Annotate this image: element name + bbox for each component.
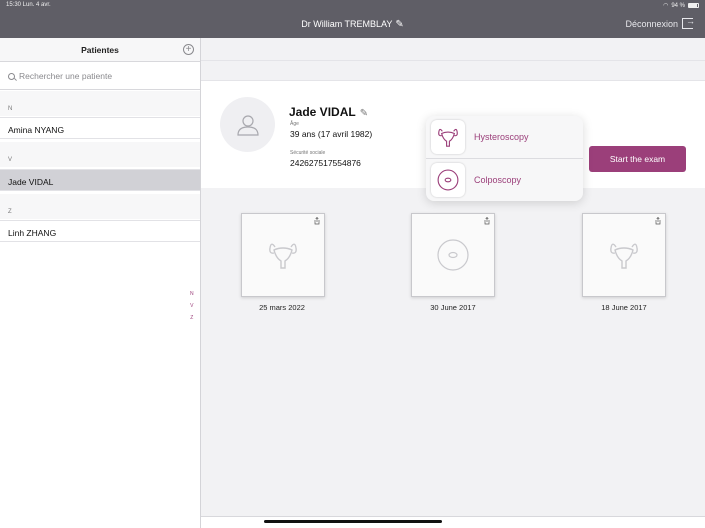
cervix-icon [431, 162, 465, 197]
main-toolbar [201, 60, 705, 80]
index-letter-v[interactable]: V [190, 300, 194, 312]
exam-type-popover: Hysteroscopy Colposcopy [426, 116, 583, 201]
uterus-icon [583, 214, 665, 296]
logout-button[interactable]: Déconnexion [625, 16, 695, 29]
popover-item-colposcopy[interactable]: Colposcopy [426, 158, 583, 200]
doctor-title[interactable]: Dr William TREMBLAY ✎ [0, 19, 705, 30]
add-patient-button[interactable]: + [183, 44, 194, 55]
battery-icon [688, 3, 699, 8]
logout-label: Déconnexion [625, 18, 678, 29]
cervix-icon [412, 214, 494, 296]
avatar [220, 97, 275, 152]
section-header-n: N [0, 91, 200, 116]
status-right: ◠ 94 % [663, 2, 699, 9]
popover-item-hysteroscopy[interactable]: Hysteroscopy [426, 116, 583, 158]
age-value: 39 ans (17 avril 1982) [290, 129, 373, 139]
home-indicator[interactable] [264, 520, 442, 523]
share-icon[interactable] [654, 217, 662, 225]
patient-sidebar: Patientes + Rechercher une patiente N Am… [0, 38, 201, 528]
patient-name-row[interactable]: Jade VIDAL ✎ [289, 105, 368, 119]
uterus-icon [242, 214, 324, 296]
logout-icon [682, 16, 695, 29]
section-header-z: Z [0, 194, 200, 219]
search-icon [8, 72, 15, 80]
exam-date-1: 25 mars 2022 [259, 303, 305, 312]
start-exam-button[interactable]: Start the exam [589, 146, 686, 172]
popover-label-colposcopy: Colposcopy [474, 174, 522, 185]
person-icon [236, 114, 259, 136]
exam-card-1[interactable] [241, 213, 325, 297]
doctor-name: Dr William TREMBLAY [301, 19, 393, 29]
edit-patient-icon[interactable]: ✎ [360, 108, 368, 119]
patient-row-amina-nyang[interactable]: Amina NYANG [0, 117, 200, 139]
search-input[interactable]: Rechercher une patiente [0, 63, 200, 90]
top-bar: 15:30 Lun. 4 avr. ◠ 94 % Dr William TREM… [0, 0, 705, 38]
sidebar-header: Patientes + [0, 38, 200, 62]
wifi-icon: ◠ [663, 3, 669, 9]
patient-name: Jade VIDAL [289, 105, 356, 119]
ssn-label: Sécurité sociale [290, 150, 326, 156]
age-label: Âge [290, 121, 299, 127]
index-letter-z[interactable]: Z [190, 312, 194, 324]
status-time: 15:30 Lun. 4 avr. [6, 2, 51, 8]
exam-date-3: 18 June 2017 [601, 303, 647, 312]
exam-card-2[interactable] [411, 213, 495, 297]
popover-label-hysteroscopy: Hysteroscopy [474, 132, 529, 142]
battery-level: 94 % [671, 2, 685, 9]
edit-icon[interactable]: ✎ [395, 19, 403, 30]
share-icon[interactable] [483, 217, 491, 225]
patient-row-linh-zhang[interactable]: Linh ZHANG [0, 220, 200, 242]
sidebar-title: Patientes [81, 45, 119, 55]
section-header-v: V [0, 142, 200, 167]
patient-row-jade-vidal[interactable]: Jade VIDAL [0, 169, 200, 191]
search-placeholder: Rechercher une patiente [19, 71, 113, 81]
exam-card-3[interactable] [582, 213, 666, 297]
uterus-icon [431, 120, 465, 154]
ssn-value: 242627517554876 [290, 158, 361, 168]
index-letter-n[interactable]: N [190, 288, 194, 300]
share-icon[interactable] [313, 217, 321, 225]
alphabet-index[interactable]: N V Z [190, 288, 194, 324]
exam-date-2: 30 June 2017 [430, 303, 476, 312]
